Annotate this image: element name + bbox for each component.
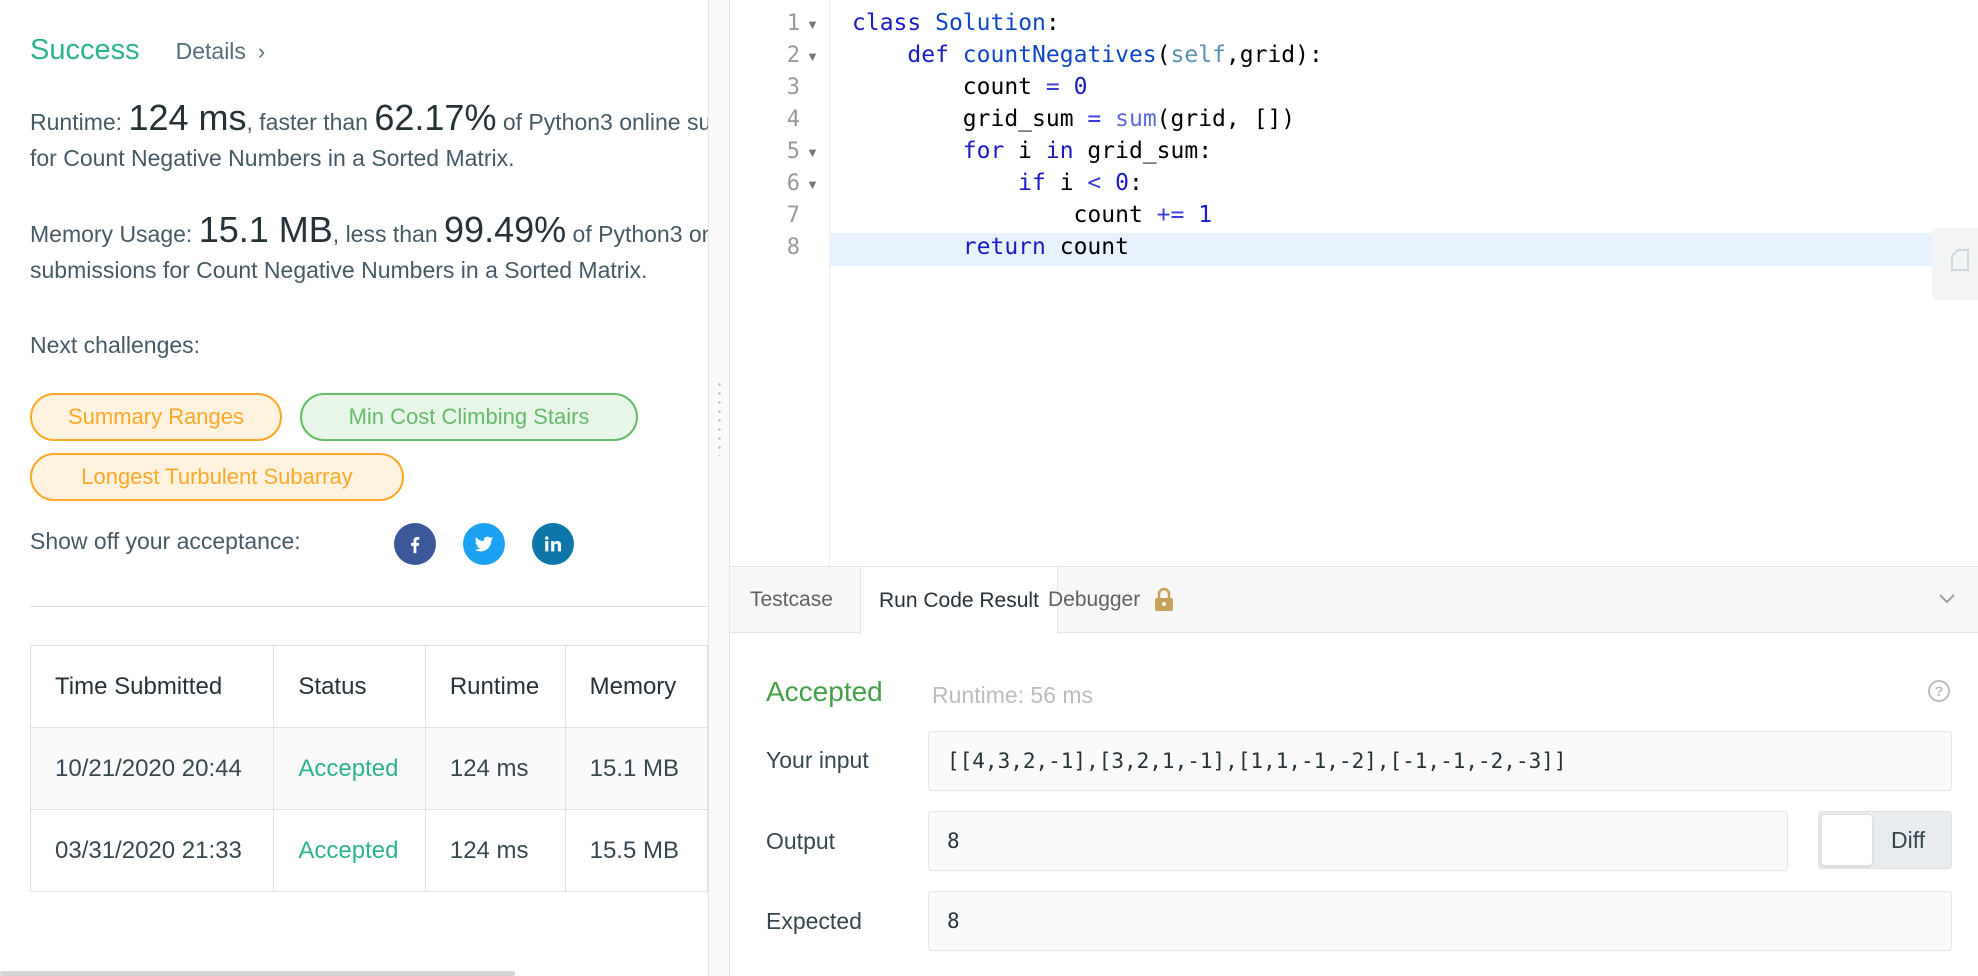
memory-mid: , less than	[332, 221, 445, 247]
memory-prefix: Memory Usage:	[30, 221, 199, 247]
memory-suffix: of Python3 online	[572, 221, 708, 247]
code-line[interactable]: def countNegatives(self,grid):	[852, 42, 1322, 68]
tab-debugger[interactable]: Debugger	[1030, 567, 1194, 633]
table-row: 03/31/2020 21:33 Accepted 124 ms 15.5 MB	[29, 809, 708, 892]
memory-line-1: Memory Usage: 15.1 MB, less than 99.49% …	[30, 212, 708, 252]
result-status: Accepted	[766, 676, 883, 707]
code-line[interactable]: grid_sum = sum(grid, [])	[852, 106, 1295, 132]
runtime-prefix: Runtime:	[30, 109, 129, 135]
help-icon[interactable]: ?	[1928, 680, 1950, 702]
toggle-knob	[1821, 814, 1873, 866]
output-label: Output	[766, 828, 836, 854]
runtime-suffix: of Python3 online submissions	[502, 109, 708, 135]
drag-handle-icon	[718, 380, 721, 456]
output-value-box: 8	[928, 811, 1788, 871]
cell-memory: 15.5 MB	[564, 809, 708, 892]
panel-resize-handle[interactable]	[708, 0, 730, 976]
challenge-chip-longest-turbulent-subarray[interactable]: Longest Turbulent Subarray	[30, 453, 404, 501]
console-panel: Testcase Run Code Result Debugger Accept…	[730, 566, 1978, 976]
code-line[interactable]: count += 1	[852, 202, 1213, 228]
tab-debugger-label: Debugger	[1048, 588, 1141, 611]
diff-label: Diff	[1891, 827, 1926, 853]
line-number-gutter: 1 ▼ 2 ▼ 3 4 5 ▼ 6 ▼ 7 8	[730, 0, 830, 566]
cell-runtime: 124 ms	[424, 727, 566, 810]
diff-toggle[interactable]: Diff	[1818, 811, 1952, 869]
table-row: 10/21/2020 20:44 Accepted 124 ms 15.1 MB	[29, 727, 708, 810]
expected-value-box: 8	[928, 891, 1952, 951]
twitter-icon[interactable]	[463, 523, 505, 565]
runtime-value: 124 ms	[128, 97, 247, 138]
fold-arrow-icon[interactable]: ▼	[806, 17, 819, 32]
cell-time-submitted: 10/21/2020 20:44	[29, 727, 275, 810]
cell-runtime: 124 ms	[424, 809, 566, 892]
challenge-chip-summary-ranges[interactable]: Summary Ranges	[30, 393, 282, 441]
code-line[interactable]: for i in grid_sum:	[852, 138, 1212, 164]
code-line[interactable]: return count	[852, 234, 1129, 260]
editor-side-button[interactable]	[1932, 228, 1978, 300]
facebook-icon[interactable]	[394, 523, 436, 565]
memory-line-2: submissions for Count Negative Numbers i…	[30, 257, 648, 283]
line-number: 2	[786, 43, 800, 68]
column-header-memory[interactable]: Memory	[564, 645, 708, 728]
line-number: 7	[786, 203, 800, 228]
details-label: Details	[175, 38, 246, 64]
column-header-time-submitted[interactable]: Time Submitted	[29, 645, 275, 728]
result-runtime: Runtime: 56 ms	[932, 682, 1094, 708]
challenge-chip-min-cost-climbing-stairs[interactable]: Min Cost Climbing Stairs	[300, 393, 638, 441]
input-label: Your input	[766, 747, 869, 773]
tab-run-code-result[interactable]: Run Code Result	[860, 567, 1058, 634]
code-line[interactable]: if i < 0:	[852, 170, 1143, 196]
fold-arrow-icon[interactable]: ▼	[806, 145, 819, 160]
column-header-runtime[interactable]: Runtime	[424, 645, 566, 728]
status-row: Success Details ›	[30, 34, 265, 67]
console-tab-bar: Testcase Run Code Result Debugger	[730, 566, 1978, 634]
fold-arrow-icon[interactable]: ▼	[806, 49, 819, 64]
cell-memory: 15.1 MB	[564, 727, 708, 810]
line-number: 3	[786, 75, 800, 100]
memory-value: 15.1 MB	[198, 209, 333, 250]
line-number: 6	[786, 171, 800, 196]
memory-summary: Memory Usage: 15.1 MB, less than 99.49% …	[30, 212, 708, 288]
copy-icon	[1951, 249, 1969, 271]
horizontal-scrollbar[interactable]	[0, 971, 515, 976]
input-value-box: [[4,3,2,-1],[3,2,1,-1],[1,1,-1,-2],[-1,-…	[928, 731, 1952, 791]
line-number: 4	[786, 107, 800, 132]
fold-arrow-icon[interactable]: ▼	[806, 177, 819, 192]
runtime-mid: , faster than	[246, 109, 375, 135]
line-number: 1	[786, 11, 800, 36]
code-line[interactable]: count = 0	[852, 74, 1088, 100]
tab-testcase[interactable]: Testcase	[732, 567, 851, 633]
next-challenges-label: Next challenges:	[30, 332, 201, 358]
share-label: Show off your acceptance:	[30, 528, 301, 554]
cell-time-submitted: 03/31/2020 21:33	[29, 809, 275, 892]
line-number: 5	[786, 139, 800, 164]
cell-status-link[interactable]: Accepted	[273, 727, 426, 810]
table-header-row: Time Submitted Status Runtime Memory	[29, 645, 708, 728]
runtime-summary: Runtime: 124 ms, faster than 62.17% of P…	[30, 100, 708, 176]
chevron-right-icon: ›	[257, 38, 266, 64]
lock-icon	[1152, 587, 1176, 613]
cell-status-link[interactable]: Accepted	[273, 809, 426, 892]
linkedin-icon[interactable]	[532, 523, 574, 565]
chevron-down-icon[interactable]	[1938, 589, 1956, 607]
code-line[interactable]: class Solution:	[852, 10, 1060, 36]
submissions-table: Time Submitted Status Runtime Memory 10/…	[29, 645, 708, 892]
submission-status: Success	[30, 34, 140, 66]
column-header-status[interactable]: Status	[273, 645, 426, 728]
runtime-line-2: for Count Negative Numbers in a Sorted M…	[30, 145, 515, 171]
memory-percent: 99.49%	[444, 209, 567, 250]
line-number: 8	[786, 235, 800, 260]
code-editor[interactable]: 1 ▼ 2 ▼ 3 4 5 ▼ 6 ▼ 7 8 class Solution: …	[730, 0, 1978, 566]
submission-detail-panel: Success Details › Runtime: 124 ms, faste…	[0, 0, 708, 976]
expected-label: Expected	[766, 908, 862, 934]
runtime-percent: 62.17%	[374, 97, 497, 138]
divider	[30, 606, 708, 607]
runtime-line-1: Runtime: 124 ms, faster than 62.17% of P…	[30, 100, 708, 140]
details-link[interactable]: Details ›	[176, 38, 266, 65]
